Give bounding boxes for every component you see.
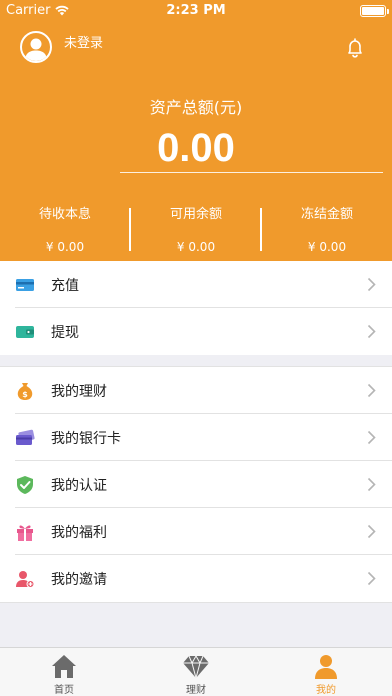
stat-value: ¥ 0.00 — [45, 240, 85, 254]
bank-card-icon — [16, 429, 35, 445]
menu-item-my-bank-cards[interactable]: 我的银行卡 — [0, 414, 392, 461]
chevron-right-icon — [367, 477, 376, 492]
tab-bar: 首页 理财 我的 — [0, 647, 392, 696]
stat-value: ¥ 0.00 — [176, 240, 216, 254]
stat-label: 冻结金额 — [300, 207, 353, 222]
invite-user-icon — [16, 571, 35, 588]
money-bag-icon: $ — [17, 383, 33, 400]
avatar[interactable] — [20, 31, 52, 63]
menu-item-label: 提现 — [51, 324, 79, 341]
bell-icon[interactable] — [344, 37, 366, 59]
stat-label: 可用余额 — [169, 207, 222, 222]
menu-item-my-invitations[interactable]: 我的邀请 — [0, 555, 392, 602]
chevron-right-icon — [367, 324, 376, 339]
shield-check-icon — [17, 476, 33, 494]
stat-available-balance: 可用余额 ¥ 0.00 — [131, 203, 261, 254]
chevron-right-icon — [367, 571, 376, 586]
total-assets-label: 资产总额(元) — [149, 98, 243, 117]
status-bar: Carrier 2:23 PM — [0, 0, 392, 22]
menu-item-label: 我的福利 — [51, 524, 107, 541]
menu-group-account: $ 我的理财 我的银行卡 我的认证 我的福利 我的邀请 — [0, 366, 392, 603]
stat-value: ¥ 0.00 — [307, 240, 347, 254]
menu-item-label: 充值 — [51, 277, 79, 294]
menu-item-label: 我的认证 — [51, 477, 107, 494]
chevron-right-icon — [367, 524, 376, 539]
tab-label: 理财 — [186, 685, 206, 696]
battery-icon — [360, 5, 389, 17]
divider — [120, 172, 383, 173]
login-status-text[interactable]: 未登录 — [64, 32, 103, 51]
menu-item-label: 我的邀请 — [51, 571, 107, 588]
chevron-right-icon — [367, 383, 376, 398]
status-time: 2:23 PM — [166, 3, 226, 18]
stat-frozen-amount: 冻结金额 ¥ 0.00 — [262, 203, 392, 254]
tab-mine[interactable]: 我的 — [296, 648, 356, 696]
tab-label: 首页 — [54, 685, 74, 696]
stat-label: 待收本息 — [38, 207, 91, 222]
credit-card-icon — [16, 279, 34, 291]
menu-item-withdraw[interactable]: 提现 — [0, 308, 392, 355]
tab-label: 我的 — [316, 685, 336, 696]
menu-item-my-verification[interactable]: 我的认证 — [0, 461, 392, 508]
user-icon — [25, 38, 47, 61]
menu-item-my-benefits[interactable]: 我的福利 — [0, 508, 392, 555]
menu-item-my-investments[interactable]: $ 我的理财 — [0, 367, 392, 414]
menu-item-label: 我的理财 — [51, 383, 107, 400]
total-assets-value: 0.00 — [157, 126, 235, 170]
gift-icon — [17, 525, 33, 541]
profile-icon — [315, 655, 337, 679]
wallet-icon — [16, 326, 34, 338]
svg-text:$: $ — [22, 390, 28, 399]
chevron-right-icon — [367, 277, 376, 292]
tab-invest[interactable]: 理财 — [166, 648, 226, 696]
diamond-icon — [183, 654, 209, 680]
chevron-right-icon — [367, 430, 376, 445]
menu-item-recharge[interactable]: 充值 — [0, 261, 392, 308]
home-icon — [52, 655, 76, 678]
menu-item-label: 我的银行卡 — [51, 430, 121, 447]
account-header: Carrier 2:23 PM 未登录 资产总额(元) 0.00 待收本息 ¥ … — [0, 0, 392, 261]
menu-group-funds: 充值 提现 — [0, 261, 392, 355]
stat-pending-principal: 待收本息 ¥ 0.00 — [0, 203, 130, 254]
tab-home[interactable]: 首页 — [34, 648, 94, 696]
